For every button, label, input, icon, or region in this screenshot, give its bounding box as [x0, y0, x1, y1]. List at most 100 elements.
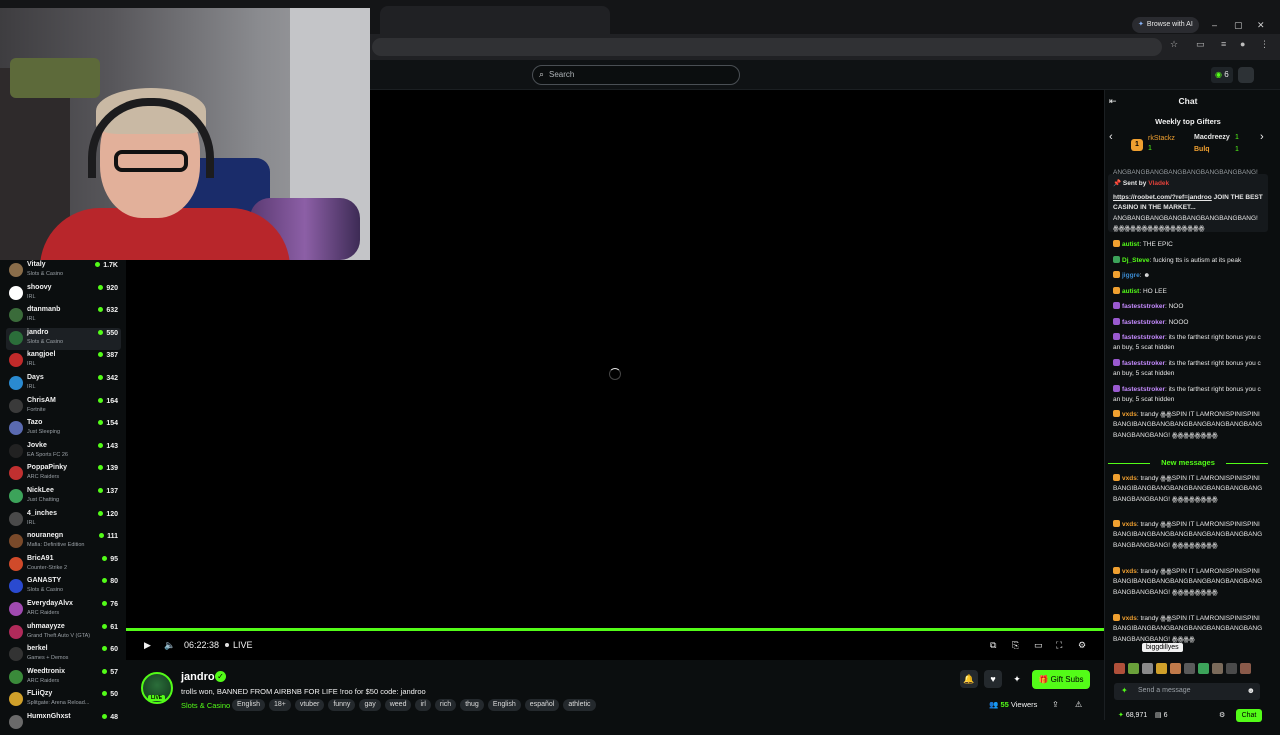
sidebar-channel-jovke[interactable]: Jovke EA Sports FC 26 143 — [6, 441, 121, 464]
tag-pill[interactable]: thug — [460, 699, 484, 711]
search-input[interactable]: ⌕ Search — [532, 65, 740, 85]
points-balance[interactable]: ✦ 68,971 ▤ 6 — [1118, 711, 1168, 719]
chevron-right-icon[interactable]: › — [1260, 131, 1264, 143]
chat-username[interactable]: fasteststroker — [1122, 319, 1165, 326]
sidebar-channel-vitaly[interactable]: Vitaly Slots & Casino 1.7K — [6, 260, 121, 283]
emote[interactable] — [1128, 663, 1139, 674]
chat-username[interactable]: jiggre — [1122, 272, 1140, 279]
chat-username[interactable]: vxds — [1122, 615, 1137, 622]
tag-pill[interactable]: weed — [384, 699, 412, 711]
tag-pill[interactable]: English — [487, 699, 521, 711]
chat-username[interactable]: vxds — [1122, 475, 1137, 482]
chat-settings-icon[interactable]: ⚙ — [1219, 711, 1225, 719]
live-indicator[interactable]: LIVE — [225, 631, 253, 660]
tag-pill[interactable]: rich — [434, 699, 457, 711]
address-field[interactable] — [372, 38, 1162, 56]
extension-icon[interactable]: ≡ — [1221, 39, 1226, 49]
streamer-name[interactable]: jandro — [181, 671, 215, 683]
sidebar-channel-nouranegn[interactable]: nouranegn Mafia: Definitive Edition 111 — [6, 531, 121, 554]
sparkle-button-icon[interactable]: ✦ — [1008, 670, 1026, 688]
pinned-link[interactable]: https://roobet.com/?ref=jandroo — [1113, 194, 1212, 201]
chat-username[interactable]: fasteststroker — [1122, 360, 1165, 367]
browser-tab[interactable] — [380, 6, 610, 34]
sidebar-channel-brica91[interactable]: BricA91 Counter-Strike 2 95 — [6, 554, 121, 577]
emote[interactable] — [1198, 663, 1209, 674]
settings-icon[interactable]: ⚙ — [1078, 631, 1086, 660]
emote[interactable] — [1212, 663, 1223, 674]
sidebar-channel-kangjoel[interactable]: kangjoel IRL 387 — [6, 350, 121, 373]
sidebar-channel-dtanmanb[interactable]: dtanmanb IRL 632 — [6, 305, 121, 328]
chevron-left-icon[interactable]: ‹ — [1109, 131, 1113, 143]
tag-pill[interactable]: athletic — [563, 699, 596, 711]
tag-pill[interactable]: English — [232, 699, 265, 711]
share-icon[interactable]: ⇪ — [1052, 700, 1059, 709]
cast-icon[interactable]: ▭ — [1196, 39, 1205, 50]
tag-pill[interactable]: español — [524, 699, 560, 711]
theater-mode-icon[interactable]: ▭ — [1034, 631, 1043, 660]
gifter-name[interactable]: rkStackz — [1148, 135, 1175, 142]
chat-username[interactable]: vxds — [1122, 521, 1137, 528]
new-messages-divider[interactable]: New messages — [1108, 458, 1268, 467]
chat-username[interactable]: Dj_Steve — [1122, 257, 1149, 264]
chat-username[interactable]: fasteststroker — [1122, 334, 1165, 341]
report-icon[interactable]: ⚠ — [1075, 700, 1082, 709]
clip-icon[interactable]: ⎘ — [1012, 631, 1019, 660]
follow-heart-icon[interactable]: ♥ — [984, 670, 1002, 688]
sidebar-channel-humxnghxst[interactable]: HumxnGhxst 48 — [6, 712, 121, 735]
profile-icon[interactable]: ● — [1240, 39, 1245, 49]
sidebar-channel-jandro[interactable]: jandro Slots & Casino 550 — [6, 327, 121, 351]
star-icon[interactable]: ☆ — [1170, 39, 1178, 50]
sidebar-channel-nicklee[interactable]: NickLee Just Chatting 137 — [6, 486, 121, 509]
pinned-sender[interactable]: Vladek — [1148, 180, 1169, 187]
emoji-icon[interactable]: ☻ — [1247, 686, 1255, 695]
user-avatar[interactable] — [1238, 67, 1254, 83]
chat-input[interactable]: ✦ Send a message ☻ — [1114, 683, 1260, 700]
gifter-name[interactable]: Bulq — [1194, 146, 1210, 153]
menu-icon[interactable]: ⋮ — [1260, 39, 1269, 50]
tag-pill[interactable]: vtuber — [294, 699, 325, 711]
tag-pill[interactable]: 18+ — [268, 699, 291, 711]
browse-with-ai-button[interactable]: ✦ Browse with AI — [1132, 17, 1199, 33]
close-window-button[interactable]: ✕ — [1257, 17, 1265, 33]
maximize-button[interactable]: ▢ — [1234, 17, 1243, 33]
volume-icon[interactable]: 🔈 — [164, 631, 175, 660]
play-icon[interactable]: ▶ — [144, 631, 151, 660]
sidebar-channel-fliiqzy[interactable]: FLiiQzy Splitgate: Arena Reload... 50 — [6, 689, 121, 712]
gift-subs-button[interactable]: 🎁 Gift Subs — [1032, 670, 1090, 689]
gifter-name[interactable]: Macdreezy — [1194, 134, 1230, 141]
fullscreen-icon[interactable]: ⛶ — [1056, 631, 1062, 660]
tag-pill[interactable]: irl — [415, 699, 431, 711]
sidebar-channel-berkel[interactable]: berkel Games + Demos 60 — [6, 644, 121, 667]
sidebar-channel-uhmaayyze[interactable]: uhmaayyze Grand Theft Auto V (GTA) 61 — [6, 622, 121, 645]
notification-bell-icon[interactable]: 🔔 — [960, 670, 978, 688]
sidebar-channel-ganasty[interactable]: GANASTY Slots & Casino 80 — [6, 576, 121, 599]
emote[interactable] — [1142, 663, 1153, 674]
chat-send-button[interactable]: Chat — [1236, 709, 1262, 722]
tag-pill[interactable]: funny — [328, 699, 356, 711]
chat-username[interactable]: autist — [1122, 288, 1139, 295]
sparkle-input-icon[interactable]: ✦ — [1121, 686, 1128, 695]
chat-username[interactable]: vxds — [1122, 568, 1137, 575]
picture-in-picture-icon[interactable]: ⧉ — [990, 631, 996, 660]
emote[interactable] — [1184, 663, 1195, 674]
chat-username[interactable]: vxds — [1122, 411, 1137, 418]
chat-username[interactable]: autist — [1122, 241, 1139, 248]
emote[interactable] — [1240, 663, 1251, 674]
sidebar-channel-shoovy[interactable]: shoovy IRL 920 — [6, 283, 121, 306]
sidebar-channel-poppapinky[interactable]: PoppaPinky ARC Raiders 139 — [6, 463, 121, 486]
coins-balance[interactable]: ◉ 6 — [1211, 67, 1233, 83]
sidebar-channel-days[interactable]: Days IRL 342 — [6, 373, 121, 396]
sidebar-channel-everydayalvx[interactable]: EverydayAlvx ARC Raiders 76 — [6, 599, 121, 622]
sidebar-channel-4_inches[interactable]: 4_inches IRL 120 — [6, 509, 121, 532]
emote[interactable] — [1156, 663, 1167, 674]
minimize-button[interactable]: – — [1212, 17, 1217, 33]
emote[interactable] — [1170, 663, 1181, 674]
stream-category[interactable]: Slots & Casino — [181, 701, 230, 710]
sidebar-channel-weedtronix[interactable]: Weedtronix ARC Raiders 57 — [6, 667, 121, 690]
sidebar-channel-chrisam[interactable]: ChrisAM Fortnite 164 — [6, 396, 121, 419]
emote[interactable] — [1226, 663, 1237, 674]
chat-username[interactable]: fasteststroker — [1122, 386, 1165, 393]
tag-pill[interactable]: gay — [359, 699, 381, 711]
sidebar-channel-tazo[interactable]: Tazo Just Sleeping 154 — [6, 418, 121, 441]
emote[interactable] — [1114, 663, 1125, 674]
